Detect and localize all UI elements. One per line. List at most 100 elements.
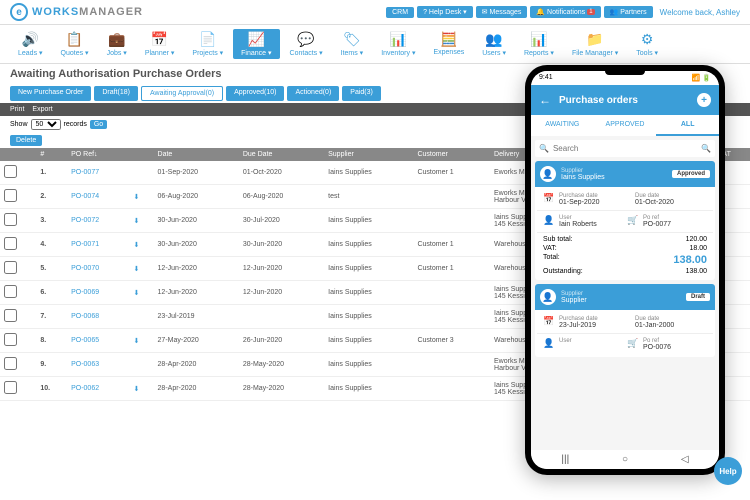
nav-item[interactable]: 📋Quotes ▾: [53, 29, 97, 59]
nav-item[interactable]: 💬Contacts ▾: [282, 29, 331, 59]
nav-item[interactable]: 📊Inventory ▾: [373, 29, 423, 59]
status-tab[interactable]: New Purchase Order: [10, 86, 91, 101]
col-header[interactable]: [130, 148, 154, 161]
row-checkbox[interactable]: [4, 309, 17, 322]
nav-item[interactable]: 👥Users ▾: [474, 29, 514, 59]
phone-tab[interactable]: AWAITING: [531, 115, 594, 136]
search-icon-right[interactable]: 🔍: [701, 144, 711, 153]
nav-item[interactable]: ⚙Tools ▾: [628, 29, 666, 59]
print-button[interactable]: Print: [10, 106, 24, 113]
status-tab[interactable]: Paid(3): [342, 86, 381, 101]
topbar-button[interactable]: 🔔 Notifications1: [530, 6, 600, 18]
status-tab[interactable]: Approved(10): [226, 86, 284, 101]
help-button[interactable]: Help: [714, 457, 742, 485]
nav-icon: 📅: [151, 31, 168, 48]
cell-supplier: Iains Supplies: [324, 305, 413, 329]
cell-due: 28-May-2020: [239, 353, 324, 377]
download-icon[interactable]: ⬇: [134, 242, 140, 249]
nav-item[interactable]: 💼Jobs ▾: [99, 29, 135, 59]
top-bar: e WORKSMANAGER CRM? Help Desk ▾✉ Message…: [0, 0, 750, 25]
po-card[interactable]: 👤SupplierSupplierDraft📅Purchase date23-J…: [535, 284, 715, 357]
nav-item[interactable]: 📄Projects ▾: [184, 29, 231, 59]
download-icon[interactable]: ⬇: [134, 338, 140, 345]
val: 01-Jan-2000: [635, 322, 707, 329]
download-icon[interactable]: ⬇: [134, 266, 140, 273]
row-checkbox[interactable]: [4, 381, 17, 394]
topbar-button[interactable]: CRM: [386, 7, 414, 18]
row-checkbox[interactable]: [4, 165, 17, 178]
po-ref-link[interactable]: PO-0074: [71, 193, 99, 200]
val: 18.00: [689, 245, 707, 252]
topbar-button[interactable]: ? Help Desk ▾: [417, 6, 473, 18]
search-input[interactable]: [553, 144, 697, 153]
cell-due: 30-Jul-2020: [239, 209, 324, 233]
nav-item[interactable]: 📅Planner ▾: [137, 29, 183, 59]
nav-recent-icon[interactable]: ◁: [681, 454, 689, 465]
topbar-button[interactable]: ✉ Messages: [476, 6, 528, 18]
nav-icon: 🔊: [22, 31, 39, 48]
card-header: 👤SupplierSupplierDraft: [535, 284, 715, 310]
status-tab[interactable]: Actioned(0): [287, 86, 339, 101]
row-checkbox[interactable]: [4, 357, 17, 370]
row-num: 9.: [36, 353, 67, 377]
nav-item[interactable]: 📁File Manager ▾: [564, 29, 626, 59]
col-header[interactable]: Due Date: [239, 148, 324, 161]
cell-supplier: Iains Supplies: [324, 353, 413, 377]
add-button[interactable]: +: [697, 93, 711, 107]
cell-supplier: Iains Supplies: [324, 329, 413, 353]
po-ref-link[interactable]: PO-0072: [71, 217, 99, 224]
row-checkbox[interactable]: [4, 333, 17, 346]
po-ref-link[interactable]: PO-0063: [71, 361, 99, 368]
download-icon[interactable]: ⬇: [134, 386, 140, 393]
row-num: 8.: [36, 329, 67, 353]
download-icon[interactable]: ⬇: [134, 218, 140, 225]
po-ref-link[interactable]: PO-0062: [71, 385, 99, 392]
po-ref-link[interactable]: PO-0071: [71, 241, 99, 248]
col-header[interactable]: Date: [154, 148, 239, 161]
nav-back-icon[interactable]: |||: [561, 454, 569, 465]
back-icon[interactable]: ←: [539, 93, 551, 107]
nav-label: Items ▾: [341, 49, 364, 57]
delete-button[interactable]: Delete: [10, 135, 42, 146]
go-button[interactable]: Go: [90, 120, 107, 129]
records-select[interactable]: 50: [31, 119, 61, 130]
topbar-button[interactable]: 👥 Partners: [604, 6, 653, 18]
po-ref-link[interactable]: PO-0070: [71, 265, 99, 272]
nav-item[interactable]: 📊Reports ▾: [516, 29, 562, 59]
row-checkbox[interactable]: [4, 261, 17, 274]
nav-item[interactable]: 🔊Leads ▾: [10, 29, 51, 59]
nav-item[interactable]: 📈Finance ▾: [233, 29, 279, 59]
col-header[interactable]: PO Ref↓: [67, 148, 129, 161]
phone-tab[interactable]: ALL: [656, 115, 719, 136]
nav-icon: 📊: [390, 31, 407, 48]
col-header[interactable]: [0, 148, 36, 161]
row-num: 3.: [36, 209, 67, 233]
row-checkbox[interactable]: [4, 213, 17, 226]
nav-label: Users ▾: [482, 49, 506, 57]
po-ref-link[interactable]: PO-0065: [71, 337, 99, 344]
po-ref-link[interactable]: PO-0068: [71, 313, 99, 320]
col-header[interactable]: Supplier: [324, 148, 413, 161]
nav-label: Quotes ▾: [61, 49, 89, 57]
nav-home-icon[interactable]: ○: [622, 454, 628, 465]
nav-item[interactable]: 🏷Items ▾: [333, 29, 372, 59]
download-icon[interactable]: ⬇: [134, 194, 140, 201]
row-checkbox[interactable]: [4, 237, 17, 250]
row-checkbox[interactable]: [4, 285, 17, 298]
po-ref-link[interactable]: PO-0077: [71, 169, 99, 176]
cell-date: 28-Apr-2020: [154, 377, 239, 401]
export-button[interactable]: Export: [32, 106, 52, 113]
status-tab[interactable]: Awaiting Approval(0): [141, 86, 223, 101]
phone-tab[interactable]: APPROVED: [594, 115, 657, 136]
download-icon[interactable]: ⬇: [134, 290, 140, 297]
row-checkbox[interactable]: [4, 189, 17, 202]
status-tab[interactable]: Draft(18): [94, 86, 138, 101]
po-ref-link[interactable]: PO-0069: [71, 289, 99, 296]
cell-due: 01-Oct-2020: [239, 161, 324, 185]
col-header[interactable]: #: [36, 148, 67, 161]
col-header[interactable]: Customer: [413, 148, 490, 161]
row-num: 6.: [36, 281, 67, 305]
po-card[interactable]: 👤SupplierIains SuppliesApproved📅Purchase…: [535, 161, 715, 280]
phone-mockup: 9:41 📶 🔋 ← Purchase orders + AWAITINGAPP…: [525, 65, 725, 475]
nav-item[interactable]: 🧮Expenses: [425, 29, 472, 59]
